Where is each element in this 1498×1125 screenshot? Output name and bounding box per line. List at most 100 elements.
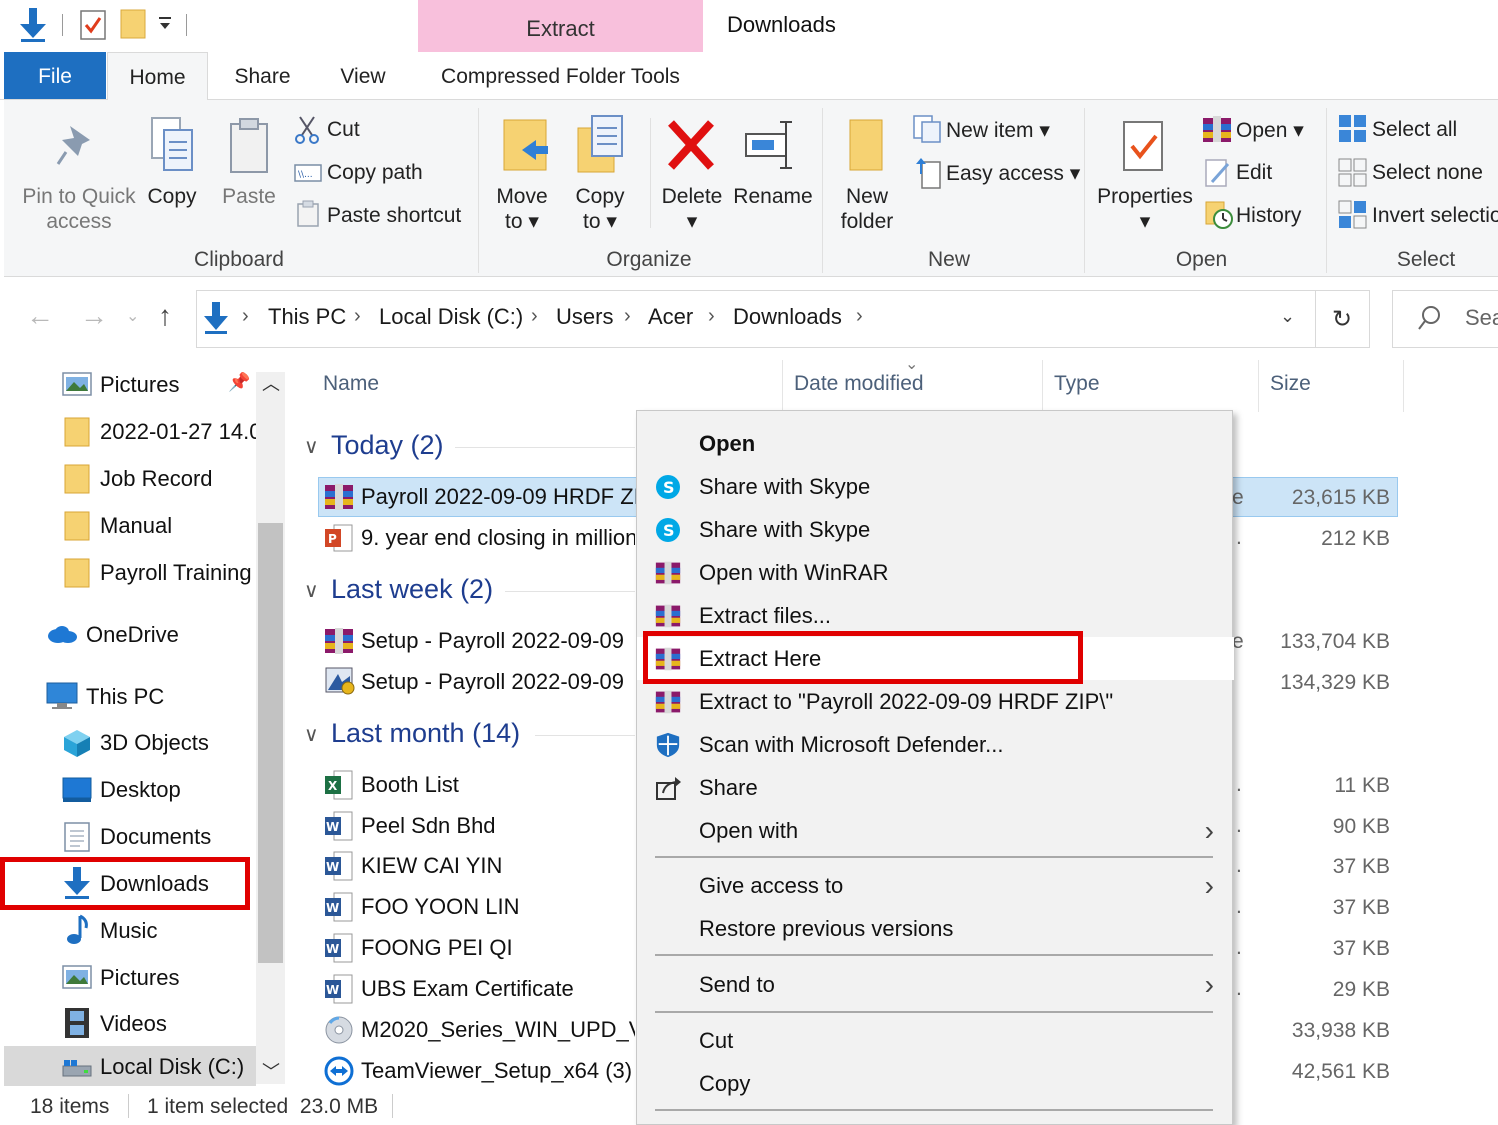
context-menu: Open S Share with Skype S Share with Sky… [636, 410, 1234, 1125]
menu-item-share-with-skype[interactable]: S Share with Skype [637, 508, 1234, 551]
column-header-name[interactable]: Name [323, 372, 379, 396]
folder-icon [64, 511, 90, 541]
menu-item-share-with-skype[interactable]: S Share with Skype [637, 465, 1234, 508]
tab-home[interactable]: Home [107, 52, 208, 101]
menu-item-copy[interactable]: Copy [637, 1062, 1234, 1105]
nav-item-documents[interactable]: Documents [60, 816, 256, 856]
menu-item-give-access-to[interactable]: Give access to › [637, 864, 1234, 907]
nav-item-manual[interactable]: Manual [60, 505, 256, 545]
download-arrow-icon[interactable] [18, 8, 48, 42]
nav-item-onedrive[interactable]: OneDrive [46, 614, 256, 654]
nav-item-music[interactable]: Music [60, 910, 256, 950]
address-history-chevron-icon[interactable]: ⌄ [1280, 306, 1295, 327]
copy-button[interactable]: Copy [140, 184, 204, 209]
breadcrumb-this-pc[interactable]: This PC [268, 304, 346, 330]
new-folder-button[interactable]: New folder [830, 184, 904, 234]
list-item[interactable]: Setup - Payroll 2022-09-09 [318, 662, 635, 702]
select-none-button[interactable]: Select none [1372, 161, 1483, 185]
cut-button[interactable]: Cut [327, 118, 360, 142]
collapse-chevron-icon[interactable]: ∨ [304, 722, 319, 747]
back-button[interactable]: ← [26, 300, 54, 332]
tab-compressed-folder-tools[interactable]: Compressed Folder Tools [418, 52, 703, 100]
menu-item-open[interactable]: Open [637, 422, 1234, 465]
list-item[interactable]: W FOONG PEI QI [318, 928, 635, 968]
menu-item-open-with-winrar[interactable]: Open with WinRAR [637, 551, 1234, 594]
paste-shortcut-button[interactable]: Paste shortcut [327, 204, 461, 228]
menu-item-open-with[interactable]: Open with › [637, 809, 1234, 852]
tab-view[interactable]: View [318, 52, 408, 100]
recent-locations-chevron-icon[interactable]: ⌄ [126, 306, 139, 326]
column-header-type[interactable]: Type [1054, 372, 1100, 396]
list-item[interactable]: W KIEW CAI YIN [318, 846, 635, 886]
menu-item-send-to[interactable]: Send to › [637, 963, 1234, 1006]
move-to-button[interactable]: Move to ▾ [486, 184, 558, 234]
column-header-size[interactable]: Size [1270, 372, 1311, 396]
delete-button[interactable]: Delete ▾ [656, 184, 728, 234]
list-item[interactable]: Payroll 2022-09-09 HRDF ZIP [318, 477, 654, 517]
list-item[interactable]: W UBS Exam Certificate [318, 969, 635, 1009]
nav-scrollbar-thumb[interactable] [258, 523, 283, 963]
nav-item-payroll-training[interactable]: Payroll Training 2 [60, 552, 256, 592]
menu-item-cut[interactable]: Cut [637, 1019, 1234, 1062]
nav-item-pictures[interactable]: Pictures [60, 957, 256, 997]
history-button[interactable]: History [1236, 204, 1301, 228]
list-item[interactable]: M2020_Series_WIN_UPD_V3.0 [318, 1010, 635, 1050]
breadcrumb-users[interactable]: Users [556, 304, 613, 330]
column-header-date-modified[interactable]: Date modified [794, 372, 924, 396]
collapse-chevron-icon[interactable]: ∨ [304, 578, 319, 603]
list-item[interactable]: TeamViewer_Setup_x64 (3) [318, 1051, 635, 1091]
nav-item-3d-objects[interactable]: 3D Objects [60, 722, 256, 762]
menu-item-share[interactable]: Share [637, 766, 1234, 809]
group-header-last-week[interactable]: Last week (2) [331, 574, 493, 605]
group-header-today[interactable]: Today (2) [331, 430, 444, 461]
properties-button[interactable]: Properties ▾ [1092, 184, 1198, 234]
extract-context-tab[interactable]: Extract [418, 0, 703, 54]
nav-item-pictures-quick[interactable]: Pictures 📌 [60, 364, 256, 404]
edit-button[interactable]: Edit [1236, 161, 1272, 185]
breadcrumb-downloads[interactable]: Downloads [733, 304, 842, 330]
nav-item-local-disk[interactable]: Local Disk (C:) [4, 1046, 256, 1086]
list-item[interactable]: P 9. year end closing in million [318, 518, 635, 558]
breadcrumb-acer[interactable]: Acer [648, 304, 693, 330]
select-all-button[interactable]: Select all [1372, 118, 1457, 142]
refresh-button[interactable]: ↻ [1316, 290, 1370, 348]
paste-button[interactable]: Paste [216, 184, 282, 209]
nav-item-job-record[interactable]: Job Record [60, 458, 256, 498]
new-folder-quick-icon[interactable] [120, 8, 146, 40]
menu-item-extract-to-folder[interactable]: Extract to "Payroll 2022-09-09 HRDF ZIP\… [637, 680, 1234, 723]
menu-item-scan-with-defender[interactable]: Scan with Microsoft Defender... [637, 723, 1234, 766]
list-item[interactable]: Setup - Payroll 2022-09-09 [318, 621, 635, 661]
nav-item-desktop[interactable]: Desktop [60, 769, 256, 809]
new-item-button[interactable]: New item ▾ [946, 118, 1050, 143]
copy-path-button[interactable]: Copy path [327, 161, 423, 185]
nav-item-videos[interactable]: Videos [60, 1003, 256, 1043]
breadcrumb-local-disk[interactable]: Local Disk (C:) [379, 304, 523, 330]
menu-item-restore-previous-versions[interactable]: Restore previous versions [637, 907, 1234, 950]
forward-button[interactable]: → [80, 300, 108, 332]
rename-button[interactable]: Rename [728, 184, 818, 209]
scroll-down-arrow-icon[interactable]: ﹀ [262, 1058, 280, 1084]
collapse-chevron-icon[interactable]: ∨ [304, 434, 319, 459]
breadcrumb-separator: › [708, 305, 715, 327]
tab-file[interactable]: File [4, 52, 106, 99]
easy-access-button[interactable]: Easy access ▾ [946, 161, 1080, 186]
pin-to-quick-access-button[interactable]: Pin to Quick access [14, 184, 144, 234]
list-item[interactable]: W FOO YOON LIN [318, 887, 635, 927]
tab-share[interactable]: Share [215, 52, 310, 100]
properties-quick-icon[interactable] [80, 8, 106, 40]
scroll-up-arrow-icon[interactable]: ︿ [262, 370, 280, 396]
group-header-last-month[interactable]: Last month (14) [331, 718, 520, 749]
copy-to-button[interactable]: Copy to ▾ [564, 184, 636, 234]
nav-item-this-pc[interactable]: This PC [46, 676, 256, 716]
customize-quick-access-icon[interactable] [158, 14, 172, 32]
search-input[interactable]: Sea [1392, 290, 1498, 348]
open-button[interactable]: Open ▾ [1236, 118, 1304, 143]
list-item[interactable]: X Booth List [318, 765, 635, 805]
breadcrumb-separator: › [242, 305, 249, 327]
nav-item-folder-2022-01-27[interactable]: 2022-01-27 14.09 [60, 411, 256, 451]
invert-selection-button[interactable]: Invert selectio [1372, 204, 1498, 228]
list-item[interactable]: W Peel Sdn Bhd [318, 806, 635, 846]
svg-text:W: W [326, 983, 339, 997]
up-button[interactable]: ↑ [158, 300, 172, 332]
pictures-icon [62, 372, 92, 396]
